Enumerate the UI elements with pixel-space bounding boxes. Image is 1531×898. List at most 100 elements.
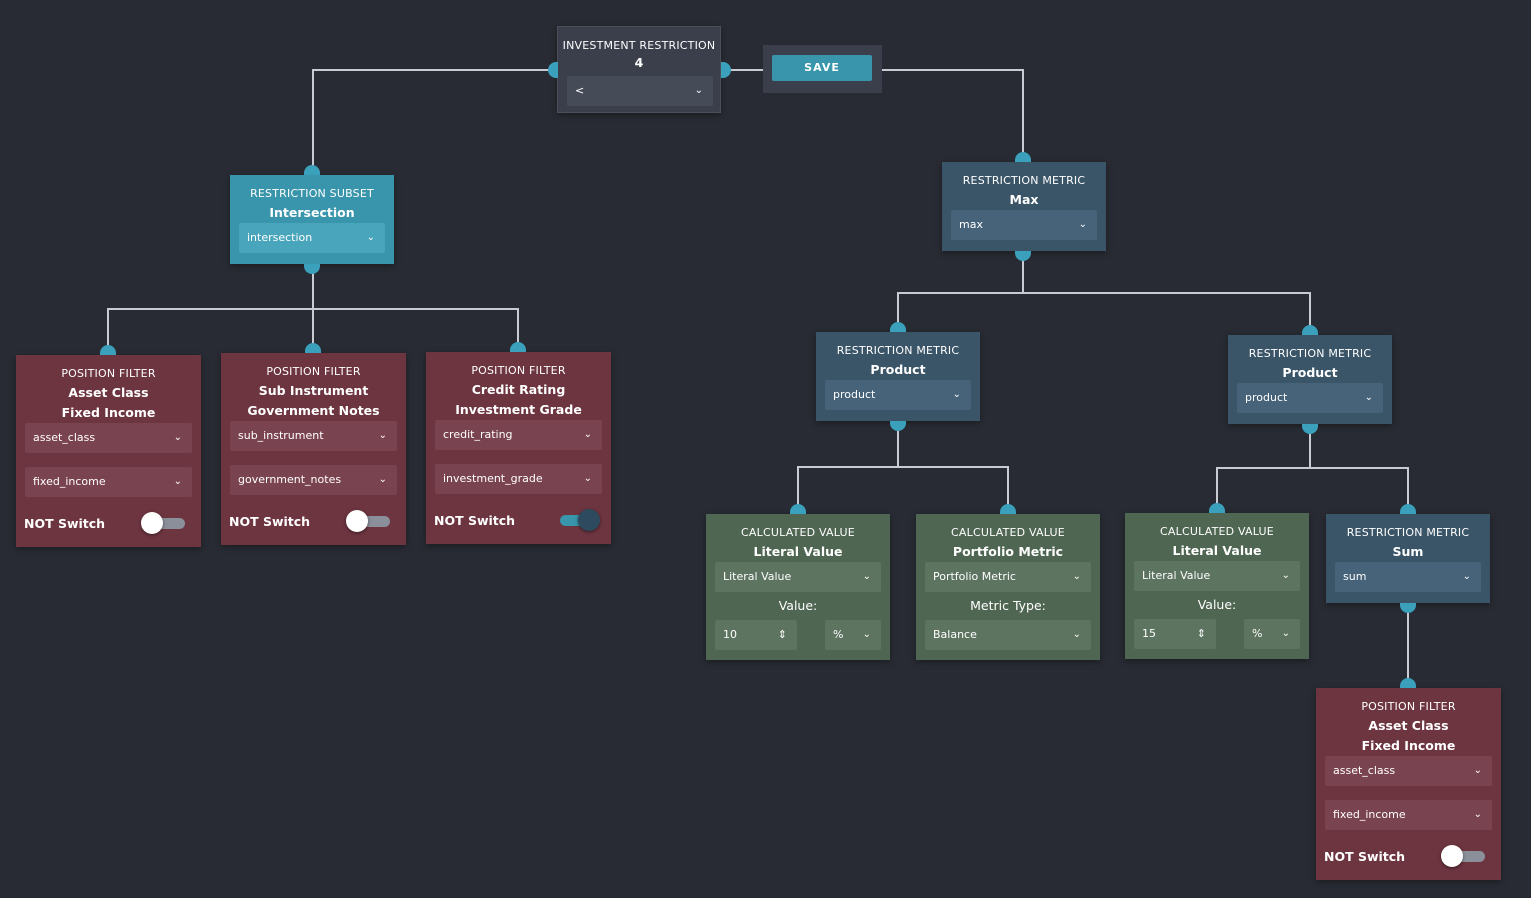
unit-select[interactable]: % ⌄ — [1244, 619, 1300, 649]
value-label: Value: — [778, 598, 818, 613]
node-type-label: RESTRICTION SUBSET — [250, 187, 374, 200]
connection-port[interactable] — [790, 504, 806, 514]
filter-value-value: government_notes — [238, 473, 342, 486]
not-switch-toggle[interactable] — [141, 512, 187, 534]
investment-restriction-node[interactable]: INVESTMENT RESTRICTION 4 < ⌄ — [548, 26, 731, 113]
filter-field-select[interactable]: credit_rating ⌄ — [435, 420, 602, 450]
not-switch-toggle[interactable] — [1441, 845, 1487, 867]
metric-type-select[interactable]: Balance ⌄ — [925, 620, 1091, 650]
stepper-icon[interactable]: ⇕ — [778, 620, 787, 650]
connection-port[interactable] — [1400, 678, 1416, 688]
filter-field-select[interactable]: sub_instrument ⌄ — [230, 421, 397, 451]
calc-type-value: Portfolio Metric — [933, 570, 1016, 583]
node-name: Portfolio Metric — [952, 544, 1064, 559]
save-button[interactable]: SAVE — [772, 55, 872, 81]
restriction-metric-node[interactable]: RESTRICTION METRIC Sum sum ⌄ — [1326, 504, 1490, 613]
metric-select[interactable]: sum ⌄ — [1335, 562, 1481, 592]
node-subname: Investment Grade — [455, 402, 582, 417]
filter-field-value: asset_class — [33, 431, 96, 444]
node-type-label: RESTRICTION METRIC — [1346, 526, 1470, 539]
connection-port[interactable] — [890, 322, 906, 332]
value-number-input[interactable]: 10 ⇕ — [715, 620, 797, 650]
wire-max-products — [897, 256, 1311, 333]
position-filter-node[interactable]: POSITION FILTER Credit Rating Investment… — [426, 342, 611, 544]
restriction-metric-node[interactable]: RESTRICTION METRIC Product product ⌄ — [816, 322, 980, 431]
value-number: 15 — [1142, 627, 1156, 640]
metric-select[interactable]: max ⌄ — [951, 210, 1097, 240]
restriction-metric-node[interactable]: RESTRICTION METRIC Max max ⌄ — [942, 152, 1106, 261]
filter-value-value: investment_grade — [443, 472, 543, 485]
metric-type-value: Balance — [933, 628, 977, 641]
value-number-input[interactable]: 15 ⇕ — [1134, 619, 1216, 649]
restriction-metric-node[interactable]: RESTRICTION METRIC Product product ⌄ — [1228, 325, 1392, 434]
position-filter-node[interactable]: POSITION FILTER Asset Class Fixed Income… — [1316, 678, 1501, 880]
chevron-down-icon: ⌄ — [1473, 765, 1482, 776]
connection-port[interactable] — [304, 165, 320, 175]
chevron-down-icon: ⌄ — [1281, 570, 1290, 581]
restriction-subset-node[interactable]: RESTRICTION SUBSET Intersection intersec… — [230, 165, 394, 274]
filter-field-value: sub_instrument — [238, 429, 324, 442]
node-name: Asset Class — [68, 385, 149, 400]
position-filter-node[interactable]: POSITION FILTER Asset Class Fixed Income… — [16, 345, 201, 547]
calculated-value-node[interactable]: CALCULATED VALUE Literal Value Literal V… — [1125, 503, 1309, 659]
node-name: Literal Value — [1172, 543, 1262, 558]
node-name: Product — [1282, 365, 1338, 380]
stepper-icon[interactable]: ⇕ — [1197, 619, 1206, 649]
node-name: Sum — [1392, 544, 1424, 559]
filter-value-select[interactable]: fixed_income ⌄ — [1325, 800, 1492, 830]
connection-port[interactable] — [548, 62, 558, 78]
connection-port[interactable] — [100, 345, 116, 355]
value-label: Value: — [1197, 597, 1237, 612]
filter-field-select[interactable]: asset_class ⌄ — [1325, 756, 1492, 786]
node-type-label: CALCULATED VALUE — [1160, 525, 1274, 538]
filter-value-select[interactable]: fixed_income ⌄ — [25, 467, 192, 497]
connection-port[interactable] — [1000, 504, 1016, 514]
not-switch-label: NOT Switch — [1324, 849, 1406, 864]
chevron-down-icon: ⌄ — [1078, 219, 1087, 230]
metric-select-value: product — [1245, 391, 1288, 404]
node-name: Intersection — [269, 205, 355, 220]
chevron-down-icon: ⌄ — [694, 85, 703, 96]
calc-type-select[interactable]: Literal Value ⌄ — [1134, 561, 1300, 591]
metric-select[interactable]: product ⌄ — [1237, 383, 1383, 413]
node-type-label: POSITION FILTER — [1361, 700, 1456, 713]
chevron-down-icon: ⌄ — [862, 571, 871, 582]
wire-save-max — [882, 69, 1024, 158]
chevron-down-icon: ⌄ — [1364, 392, 1373, 403]
metric-type-label: Metric Type: — [970, 598, 1046, 613]
chevron-down-icon: ⌄ — [366, 232, 375, 243]
connection-port[interactable] — [1400, 504, 1416, 514]
calc-type-select[interactable]: Literal Value ⌄ — [715, 562, 881, 592]
not-switch-label: NOT Switch — [24, 516, 106, 531]
connection-port[interactable] — [1015, 152, 1031, 162]
node-type-label: POSITION FILTER — [266, 365, 361, 378]
wire-root-subset — [312, 69, 550, 170]
filter-value-select[interactable]: government_notes ⌄ — [230, 465, 397, 495]
operator-select-value: < — [575, 84, 585, 97]
connection-port[interactable] — [1209, 503, 1225, 513]
subset-select[interactable]: intersection ⌄ — [239, 223, 385, 253]
calculated-value-node[interactable]: CALCULATED VALUE Literal Value Literal V… — [706, 504, 890, 660]
connection-port[interactable] — [1302, 325, 1318, 335]
metric-select[interactable]: product ⌄ — [825, 380, 971, 410]
not-switch-toggle[interactable] — [346, 510, 392, 532]
filter-field-select[interactable]: asset_class ⌄ — [25, 423, 192, 453]
subset-select-value: intersection — [247, 231, 313, 244]
calc-type-value: Literal Value — [1142, 569, 1211, 582]
chevron-down-icon: ⌄ — [1462, 571, 1471, 582]
not-switch-toggle[interactable] — [556, 509, 602, 531]
chevron-down-icon: ⌄ — [1072, 571, 1081, 582]
calculated-value-node[interactable]: CALCULATED VALUE Portfolio Metric Portfo… — [916, 504, 1100, 660]
calc-type-value: Literal Value — [723, 570, 792, 583]
chevron-down-icon: ⌄ — [173, 476, 182, 487]
connection-port[interactable] — [305, 343, 321, 353]
connection-port[interactable] — [510, 342, 526, 352]
unit-select[interactable]: % ⌄ — [825, 620, 881, 650]
calc-type-select[interactable]: Portfolio Metric ⌄ — [925, 562, 1091, 592]
chevron-down-icon: ⌄ — [952, 389, 961, 400]
filter-value-select[interactable]: investment_grade ⌄ — [435, 464, 602, 494]
operator-select[interactable]: < ⌄ — [567, 76, 713, 106]
node-type-label: RESTRICTION METRIC — [1248, 347, 1372, 360]
position-filter-node[interactable]: POSITION FILTER Sub Instrument Governmen… — [221, 343, 406, 545]
chevron-down-icon: ⌄ — [378, 474, 387, 485]
